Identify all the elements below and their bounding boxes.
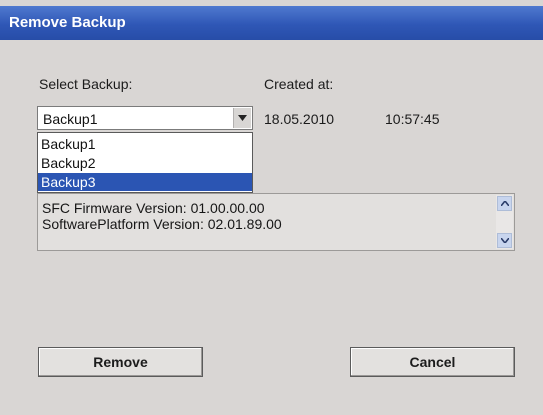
info-scrollbar[interactable] bbox=[496, 195, 513, 249]
backup-option-3[interactable]: Backup3 bbox=[38, 173, 252, 191]
created-time: 10:57:45 bbox=[385, 111, 440, 127]
scroll-up-icon bbox=[501, 201, 509, 206]
version-info-box[interactable]: SFC Firmware Version: 01.00.00.00 Softwa… bbox=[37, 193, 515, 251]
created-date: 18.05.2010 bbox=[264, 111, 335, 127]
backup-option-2[interactable]: Backup2 bbox=[38, 154, 252, 172]
scroll-up-button[interactable] bbox=[497, 196, 512, 211]
remove-backup-dialog: Remove Backup Select Backup: Created at:… bbox=[0, 0, 543, 415]
remove-button[interactable]: Remove bbox=[38, 347, 203, 377]
window-title: Remove Backup bbox=[9, 14, 126, 31]
cancel-button[interactable]: Cancel bbox=[350, 347, 515, 377]
backup-select[interactable]: Backup1 bbox=[37, 106, 253, 130]
title-bar: Remove Backup bbox=[0, 6, 543, 40]
backup-select-value: Backup1 bbox=[43, 111, 98, 127]
scroll-down-icon bbox=[501, 238, 509, 243]
chevron-down-icon bbox=[238, 115, 247, 121]
platform-version-text: SoftwarePlatform Version: 02.01.89.00 bbox=[42, 216, 282, 232]
created-at-label: Created at: bbox=[264, 76, 334, 92]
select-backup-label: Select Backup: bbox=[39, 76, 133, 92]
firmware-version-text: SFC Firmware Version: 01.00.00.00 bbox=[42, 200, 265, 216]
backup-select-arrow[interactable] bbox=[233, 108, 251, 128]
backup-option-1[interactable]: Backup1 bbox=[38, 135, 252, 153]
scroll-down-button[interactable] bbox=[497, 233, 512, 248]
backup-dropdown-list: Backup1 Backup2 Backup3 bbox=[37, 132, 253, 193]
